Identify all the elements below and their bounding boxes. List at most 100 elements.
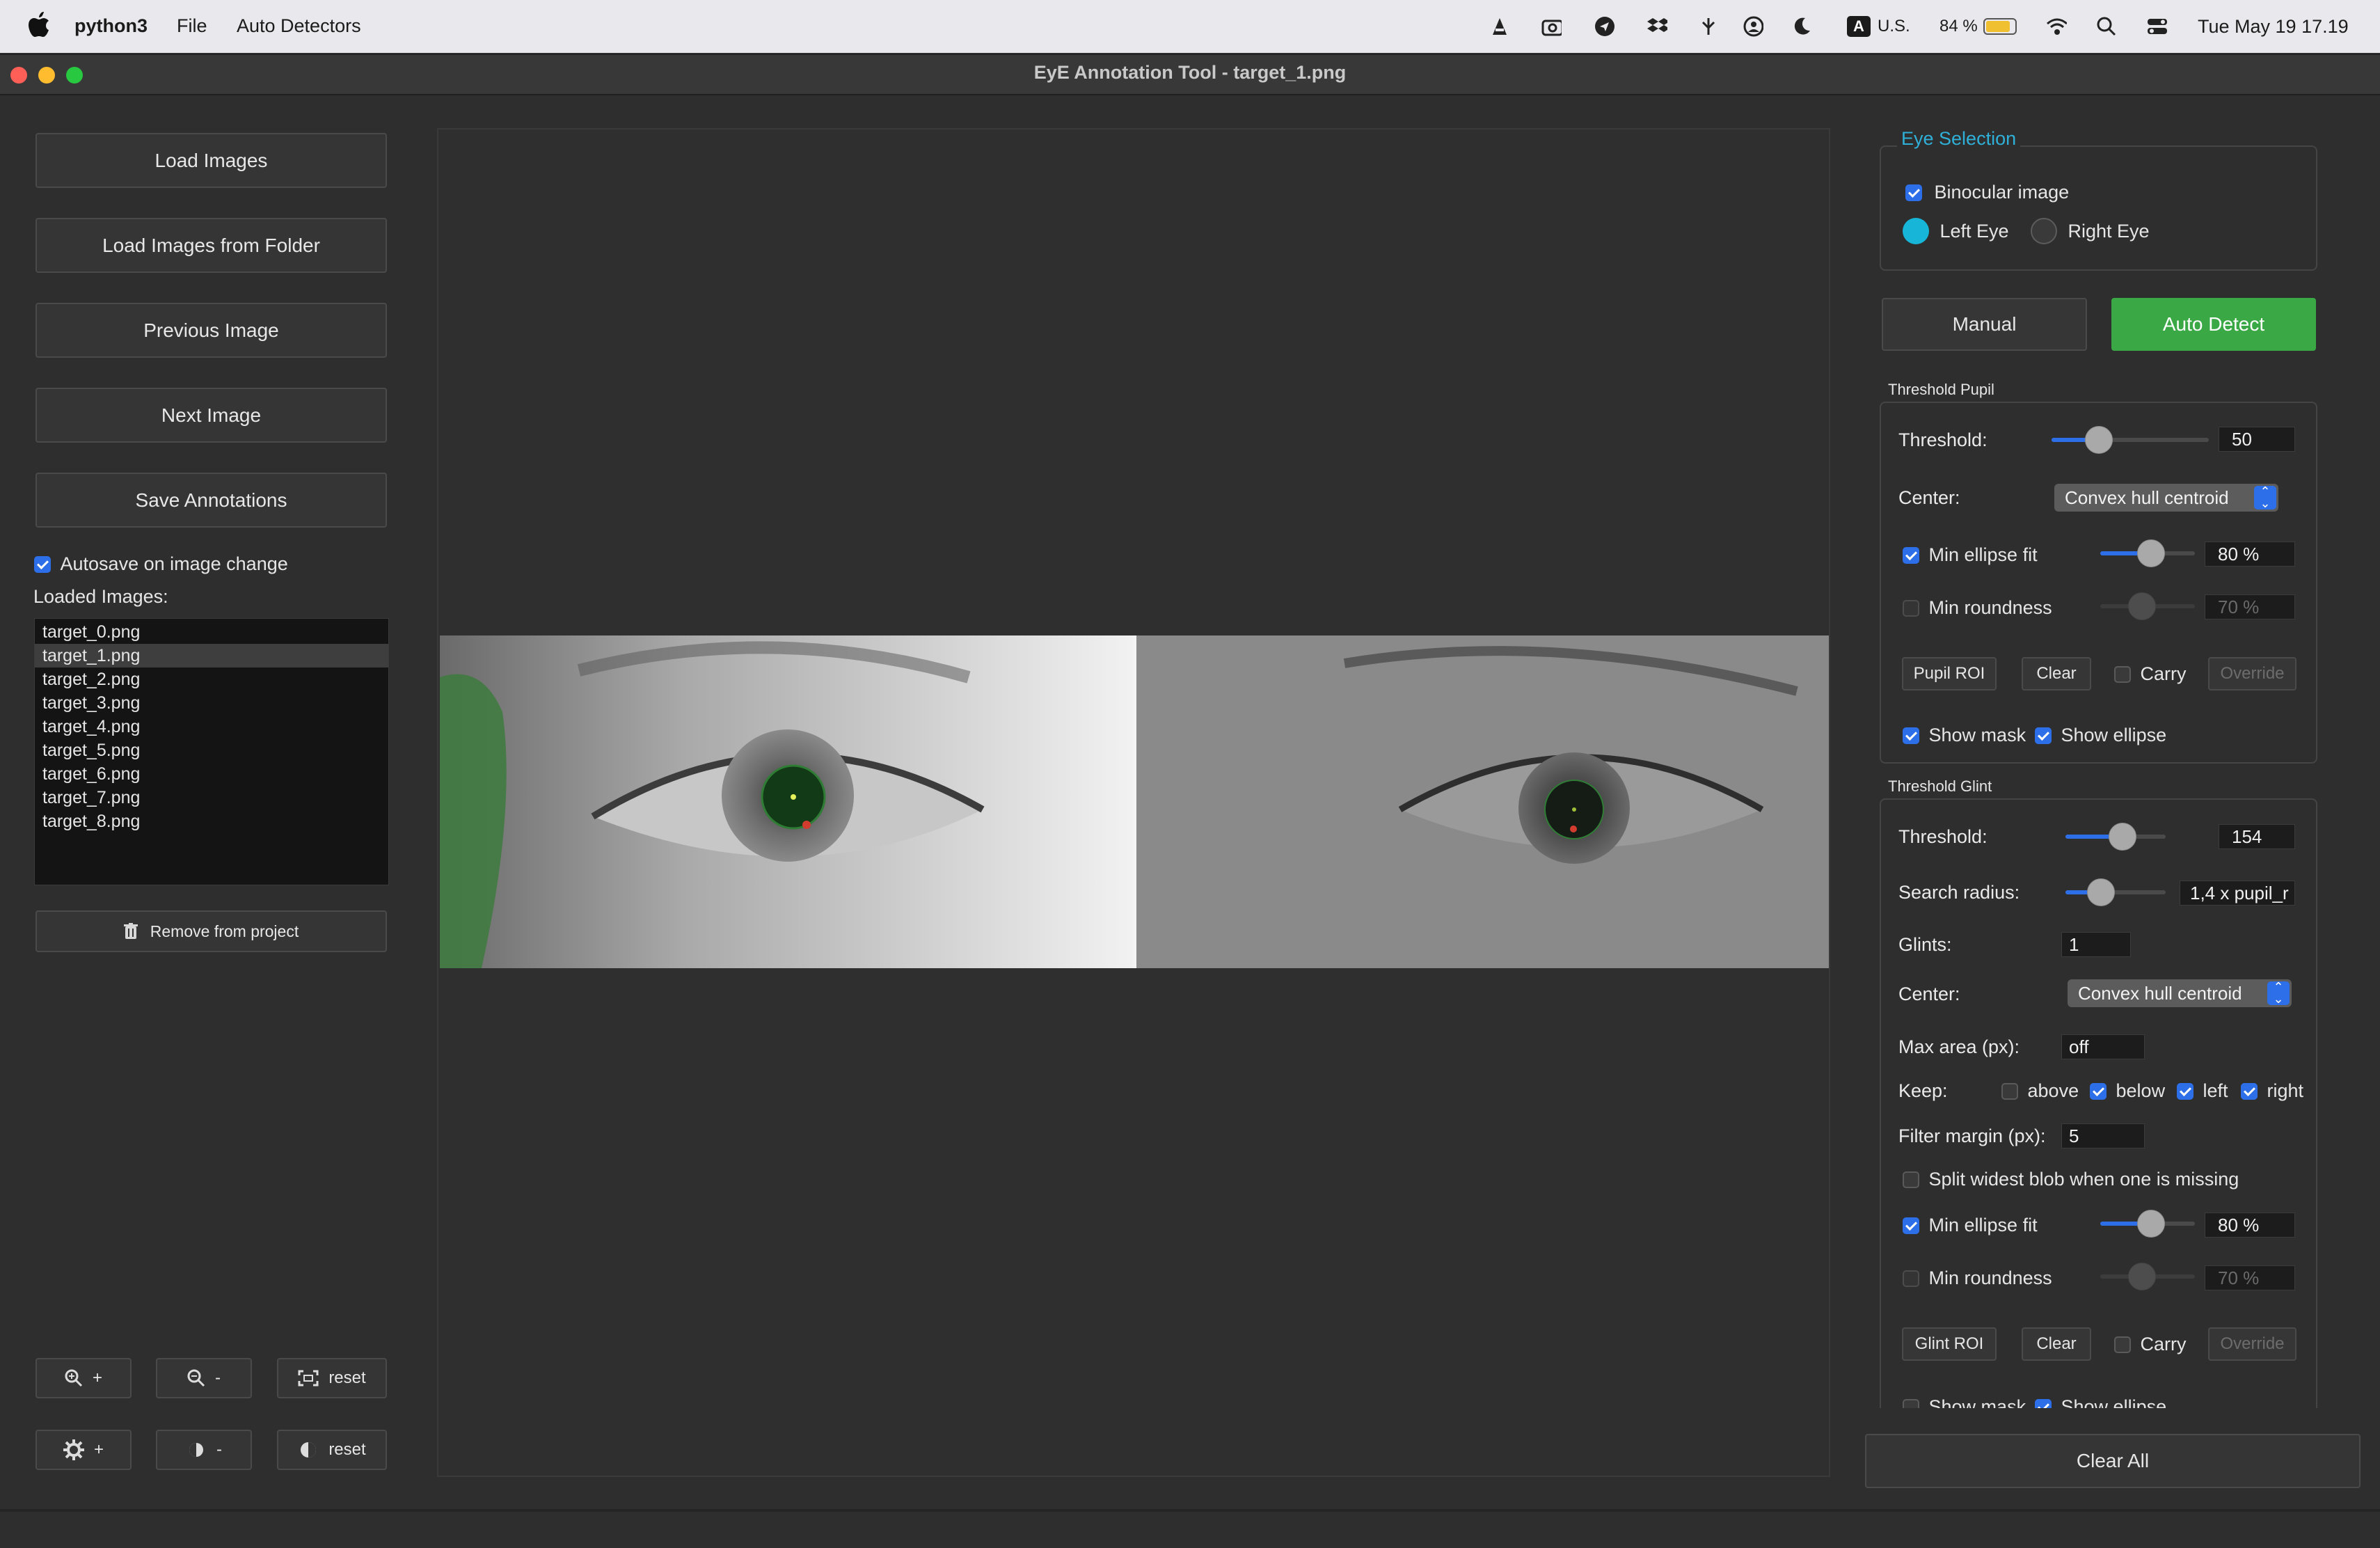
pupil-min-roundness-slider[interactable]	[2100, 592, 2195, 620]
pupil-min-roundness-value[interactable]: 70 %	[2205, 594, 2295, 619]
keep-left-option[interactable]: left	[2177, 1080, 2228, 1102]
slider-knob[interactable]	[2085, 426, 2113, 454]
glint-show-mask-checkbox[interactable]	[1903, 1398, 1919, 1408]
glint-max-area-value[interactable]: off	[2061, 1034, 2145, 1059]
slider-knob[interactable]	[2109, 823, 2136, 851]
zoom-in-button[interactable]: +	[35, 1358, 132, 1398]
location-icon[interactable]	[1594, 16, 1615, 37]
zoom-reset-button[interactable]: reset	[277, 1358, 387, 1398]
pupil-show-ellipse-option[interactable]: Show ellipse	[2035, 724, 2166, 746]
pupil-min-ellipse-slider[interactable]	[2100, 539, 2195, 567]
fork-icon[interactable]	[1698, 16, 1719, 37]
left-eye-radio[interactable]	[1903, 218, 1929, 244]
glint-min-roundness-value[interactable]: 70 %	[2205, 1265, 2295, 1290]
tray-app-icon[interactable]	[1489, 16, 1510, 37]
load-images-button[interactable]: Load Images	[35, 133, 387, 188]
glint-min-roundness-checkbox[interactable]	[1903, 1270, 1919, 1287]
pupil-roi-button[interactable]: Pupil ROI	[1902, 657, 1997, 690]
glint-threshold-slider[interactable]	[2065, 823, 2166, 851]
glint-override-button[interactable]: Override	[2208, 1327, 2296, 1361]
pupil-min-ellipse-checkbox[interactable]	[1903, 546, 1919, 564]
apple-icon[interactable]	[28, 12, 50, 38]
list-item[interactable]: target_0.png	[35, 620, 388, 644]
glint-min-ellipse-slider[interactable]	[2100, 1210, 2195, 1238]
user-account-icon[interactable]	[1743, 16, 1763, 37]
menu-file[interactable]: File	[177, 15, 207, 37]
glint-show-ellipse-checkbox[interactable]	[2035, 1398, 2052, 1408]
previous-image-button[interactable]: Previous Image	[35, 303, 387, 358]
pupil-threshold-slider[interactable]	[2052, 426, 2209, 454]
list-item[interactable]: target_8.png	[35, 809, 388, 833]
glint-min-ellipse-checkbox[interactable]	[1903, 1217, 1919, 1234]
pupil-carry-option[interactable]: Carry	[2114, 663, 2187, 685]
keep-left-checkbox[interactable]	[2177, 1082, 2193, 1100]
pupil-override-button[interactable]: Override	[2208, 657, 2296, 690]
pupil-show-mask-checkbox[interactable]	[1903, 727, 1919, 744]
glint-min-ellipse-option[interactable]: Min ellipse fit	[1903, 1214, 2038, 1236]
menu-auto-detectors[interactable]: Auto Detectors	[237, 15, 361, 37]
auto-detect-button[interactable]: Auto Detect	[2111, 298, 2316, 351]
remove-from-project-button[interactable]: Remove from project	[35, 910, 387, 952]
list-item[interactable]: target_6.png	[35, 762, 388, 786]
app-name-menu[interactable]: python3	[74, 15, 148, 37]
right-eye-radio[interactable]	[2031, 218, 2057, 244]
glint-filter-margin-value[interactable]: 5	[2061, 1123, 2145, 1148]
binocular-option[interactable]: Binocular image	[1905, 181, 2069, 203]
glint-min-roundness-slider[interactable]	[2100, 1263, 2195, 1290]
glint-clear-button[interactable]: Clear	[2022, 1327, 2091, 1361]
glint-search-radius-value[interactable]: 1,4 x pupil_r	[2180, 880, 2295, 906]
clock[interactable]: Tue May 19 17.19	[2198, 16, 2349, 38]
glint-carry-option[interactable]: Carry	[2114, 1333, 2187, 1355]
pupil-min-ellipse-value[interactable]: 80 %	[2205, 542, 2295, 567]
autosave-checkbox[interactable]	[34, 555, 51, 573]
loaded-images-list[interactable]: target_0.png target_1.png target_2.png t…	[34, 618, 389, 885]
brightness-up-button[interactable]: +	[35, 1430, 132, 1470]
glint-carry-checkbox[interactable]	[2114, 1336, 2131, 1353]
right-eye-radio-option[interactable]: Right Eye	[2031, 218, 2150, 244]
title-bar[interactable]: EyE Annotation Tool - target_1.png	[0, 55, 2380, 95]
glint-center-select[interactable]: Convex hull centroid ⌃ ⌄	[2068, 979, 2292, 1007]
pupil-show-mask-option[interactable]: Show mask	[1903, 724, 2026, 746]
glint-min-ellipse-value[interactable]: 80 %	[2205, 1213, 2295, 1238]
split-blob-checkbox[interactable]	[1903, 1171, 1919, 1188]
pupil-threshold-value[interactable]: 50	[2219, 427, 2295, 452]
pupil-min-ellipse-option[interactable]: Min ellipse fit	[1903, 544, 2038, 566]
slider-knob[interactable]	[2137, 539, 2165, 567]
next-image-button[interactable]: Next Image	[35, 388, 387, 443]
glints-value[interactable]: 1	[2061, 932, 2131, 957]
keep-below-checkbox[interactable]	[2090, 1082, 2107, 1100]
slider-knob[interactable]	[2128, 1263, 2156, 1290]
glint-show-mask-option[interactable]: Show mask	[1903, 1396, 2026, 1408]
save-annotations-button[interactable]: Save Annotations	[35, 473, 387, 528]
pupil-min-roundness-option[interactable]: Min roundness	[1903, 597, 2052, 619]
pupil-min-roundness-checkbox[interactable]	[1903, 599, 1919, 617]
slider-knob[interactable]	[2137, 1210, 2165, 1238]
control-center-icon[interactable]	[2146, 16, 2167, 37]
slider-knob[interactable]	[2128, 592, 2156, 620]
glint-search-radius-slider[interactable]	[2065, 878, 2166, 906]
pupil-clear-button[interactable]: Clear	[2022, 657, 2091, 690]
clear-all-button[interactable]: Clear All	[1865, 1434, 2361, 1488]
slider-knob[interactable]	[2087, 878, 2115, 906]
input-source-icon[interactable]: A	[1847, 16, 1871, 37]
camera-icon[interactable]	[1541, 16, 1562, 37]
pupil-center-select[interactable]: Convex hull centroid ⌃ ⌄	[2054, 484, 2278, 512]
keep-right-checkbox[interactable]	[2241, 1082, 2258, 1100]
keep-above-option[interactable]: above	[2001, 1080, 2079, 1102]
autosave-option[interactable]: Autosave on image change	[34, 553, 288, 575]
list-item-selected[interactable]: target_1.png	[35, 644, 388, 668]
glint-roi-button[interactable]: Glint ROI	[1902, 1327, 1997, 1361]
list-item[interactable]: target_2.png	[35, 668, 388, 691]
keep-right-option[interactable]: right	[2241, 1080, 2303, 1102]
keep-above-checkbox[interactable]	[2001, 1082, 2018, 1100]
binocular-checkbox[interactable]	[1905, 184, 1922, 201]
spotlight-search-icon[interactable]	[2096, 16, 2117, 37]
left-eye-radio-option[interactable]: Left Eye	[1903, 218, 2009, 244]
list-item[interactable]: target_5.png	[35, 739, 388, 762]
dropbox-icon[interactable]	[1647, 16, 1667, 37]
glint-threshold-value[interactable]: 154	[2219, 824, 2295, 849]
manual-button[interactable]: Manual	[1882, 298, 2087, 351]
eye-image[interactable]	[440, 635, 1829, 968]
wifi-icon[interactable]	[2046, 16, 2067, 37]
battery-icon[interactable]	[1983, 18, 2017, 35]
